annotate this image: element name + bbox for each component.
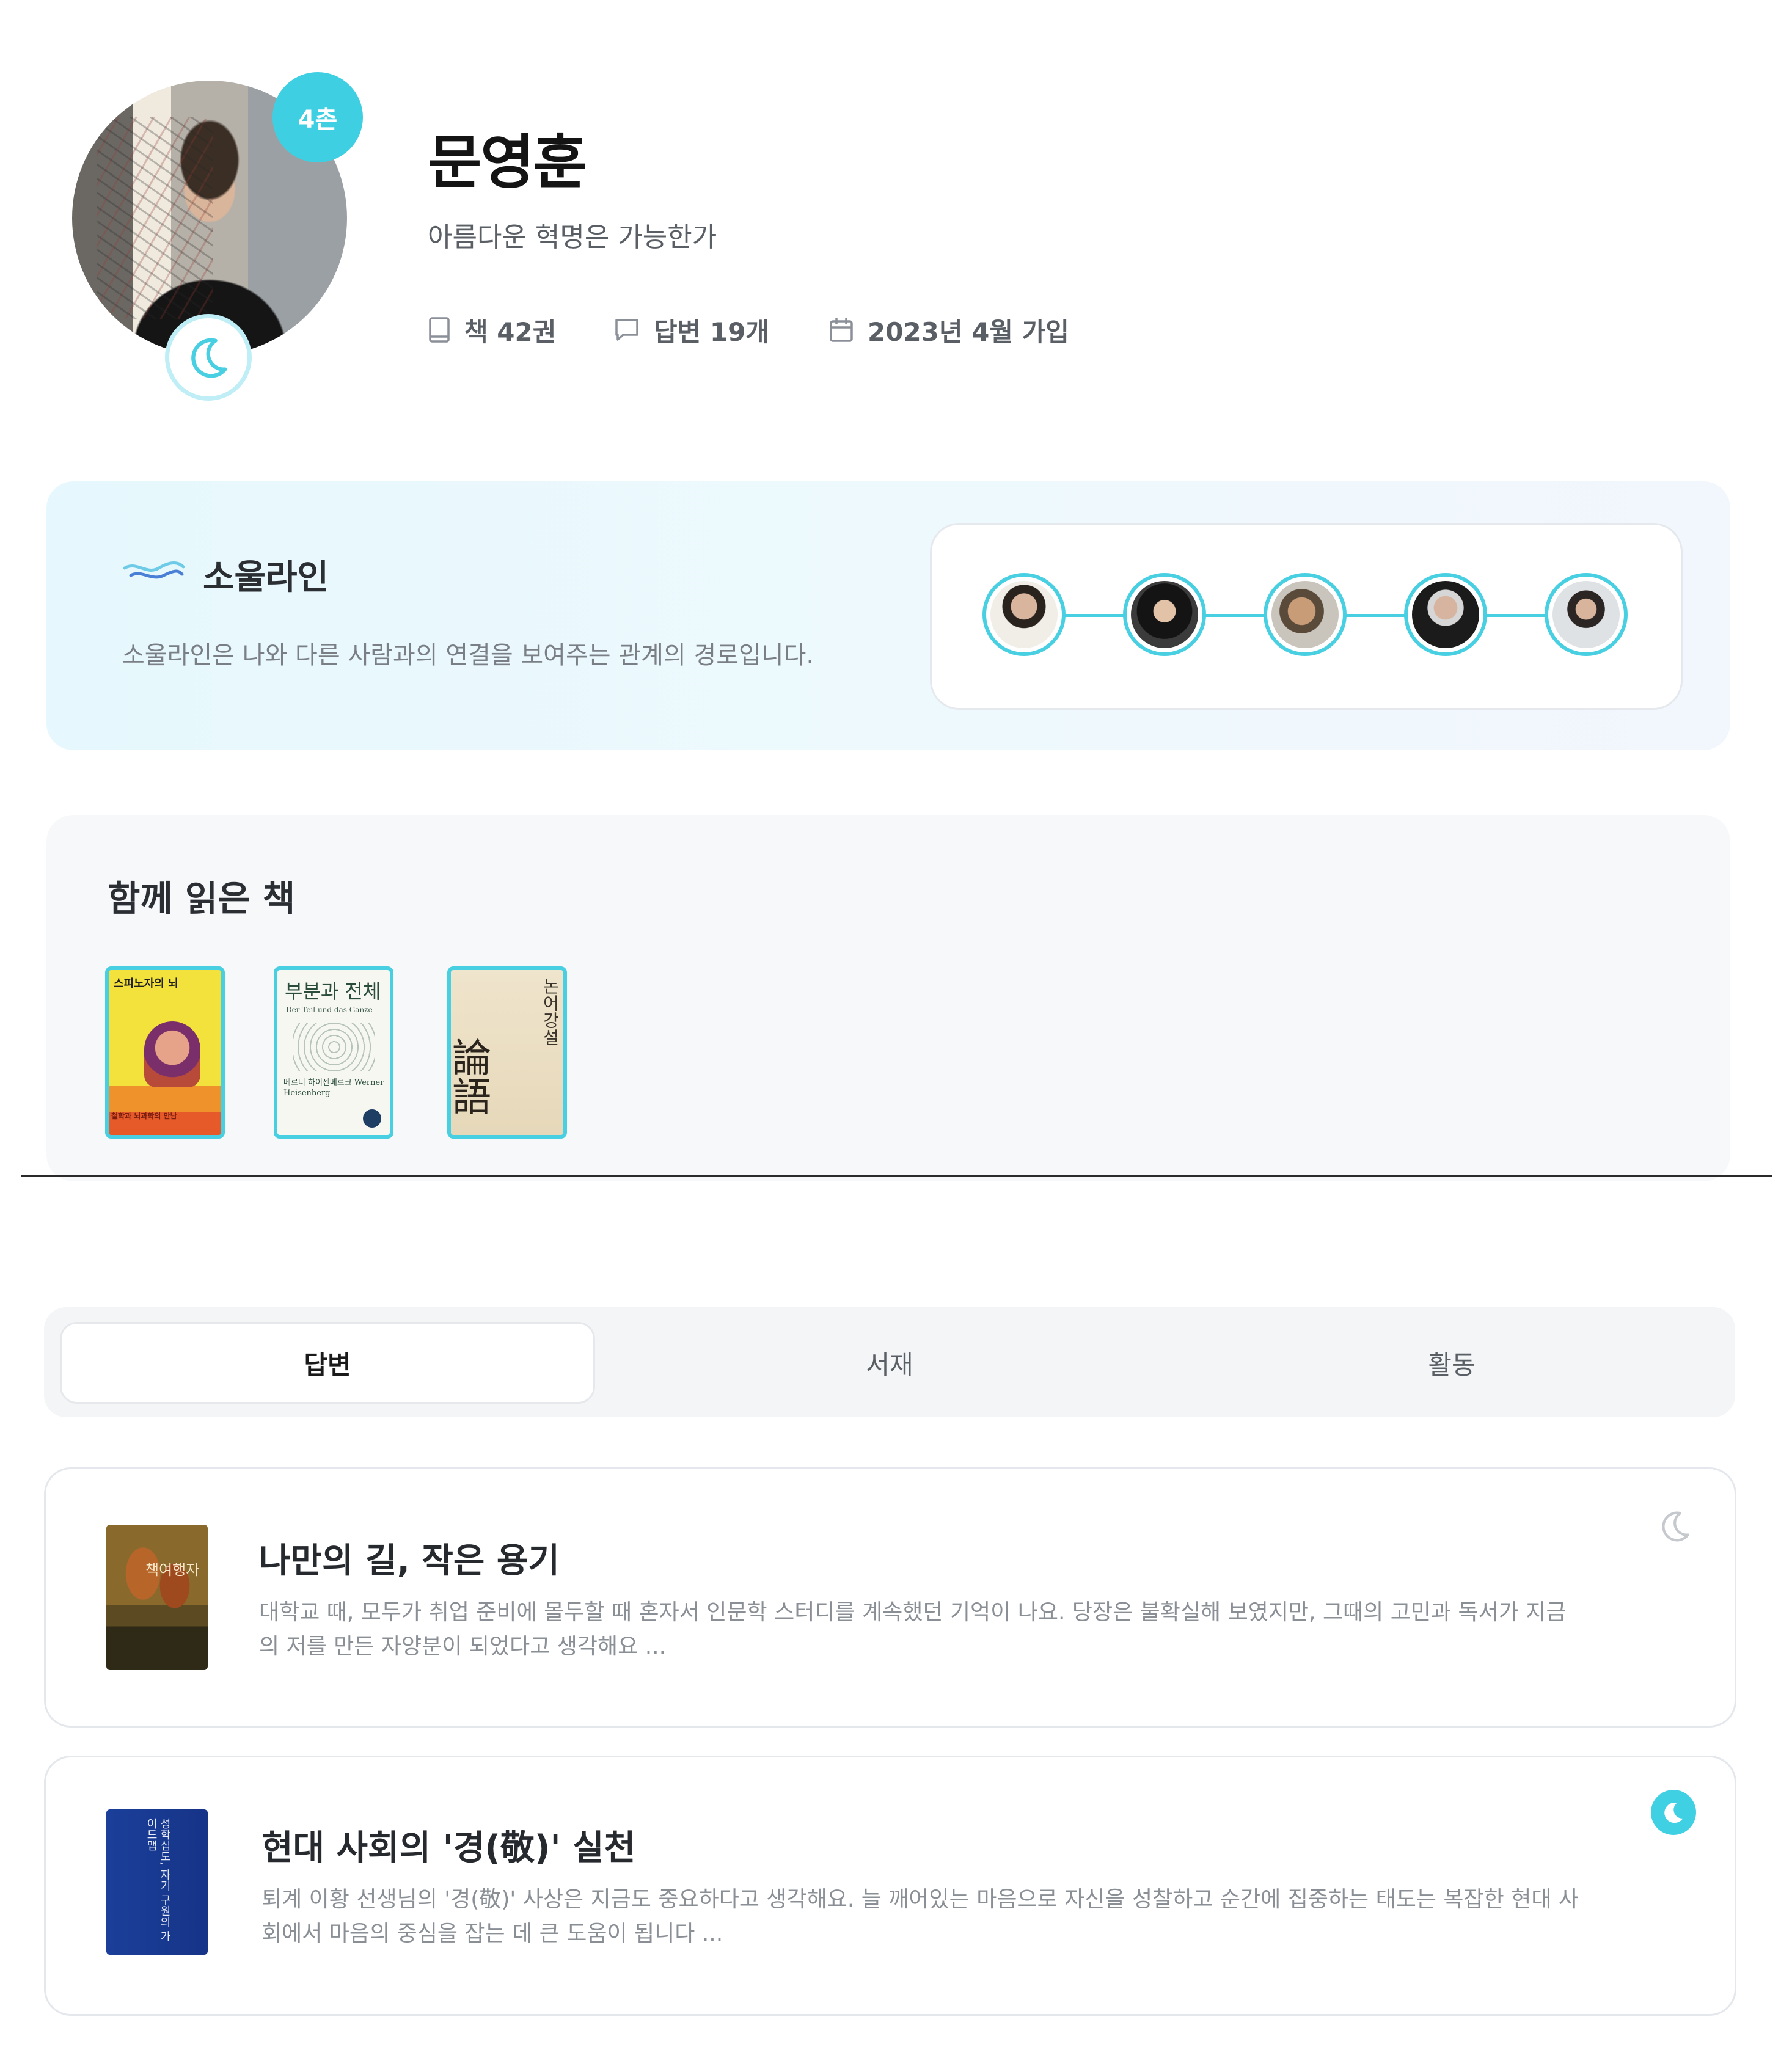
stat-books-label: 책 42권 (464, 316, 557, 347)
bookmark-moon-button[interactable] (1656, 1506, 1695, 1548)
soulline-description: 소울라인은 나와 다른 사람과의 연결을 보여주는 관계의 경로입니다. (122, 641, 814, 670)
tab-library[interactable]: 서재 (609, 1322, 1171, 1404)
answer-excerpt: 대학교 때, 모두가 취업 준비에 몰두할 때 혼자서 인문학 스터디를 계속했… (259, 1600, 1567, 1659)
soulline-person-4[interactable] (1404, 573, 1487, 656)
answer-title[interactable]: 현대 사회의 '경(敬)' 실천 (261, 1820, 635, 1870)
answer-book-cover: 성학십도, 자기 구원의 가이드맵 (106, 1809, 208, 1955)
tab-answers[interactable]: 답변 (60, 1322, 595, 1404)
book-cover-heisenberg[interactable]: 부분과 전체 Der Teil und das Ganze 베르너 하이젠베르크… (274, 966, 393, 1139)
soulline-title: 소울라인 (203, 558, 329, 597)
stat-books: 책 42권 (428, 312, 556, 348)
soulline-person-3[interactable] (1264, 573, 1347, 656)
cover-title: 책여행자 (145, 1561, 200, 1578)
answer-excerpt: 퇴계 이황 선생님의 '경(敬)' 사상은 지금도 중요하다고 생각해요. 늘 … (261, 1887, 1579, 1946)
book-subtitle: 철학과 뇌과학의 만남 (111, 1112, 177, 1120)
comment-icon (615, 319, 638, 341)
book-illustration (293, 1023, 375, 1071)
book-cover-spinoza[interactable]: 스피노자의 뇌 철학과 뇌과학의 만남 (105, 966, 225, 1139)
stat-joined: 2023년 4월 가입 (828, 312, 1069, 348)
book-icon (429, 317, 450, 343)
publisher-seal-icon (363, 1109, 381, 1128)
moon-icon (1662, 1511, 1689, 1542)
moon-icon (191, 338, 227, 378)
stat-answers: 답변 19개 (613, 312, 769, 348)
book-author: 베르너 하이젠베르크 Werner Heisenberg (283, 1078, 384, 1098)
tab-activity[interactable]: 활동 (1171, 1322, 1733, 1404)
stat-answers-label: 답변 19개 (654, 316, 769, 347)
avatar (1131, 581, 1198, 648)
avatar (990, 581, 1058, 648)
book-title: 부분과 전체 (285, 980, 381, 1003)
section-divider (21, 1175, 1772, 1177)
bookmark-moon-button-active[interactable] (1651, 1790, 1696, 1835)
wave-icon (123, 561, 185, 579)
shared-books-title: 함께 읽은 책 (108, 878, 296, 919)
profile-name: 문영훈 (428, 128, 587, 197)
profile-bio: 아름다운 혁명은 가능한가 (428, 222, 717, 253)
answer-book-cover: 책여행자 (106, 1525, 208, 1670)
calendar-icon (830, 318, 853, 342)
moon-icon (1664, 1803, 1683, 1823)
stat-joined-label: 2023년 4월 가입 (868, 316, 1069, 347)
soulline-person-1[interactable] (982, 573, 1066, 656)
book-title: 스피노자의 뇌 (114, 977, 178, 990)
soulline-person-5[interactable] (1545, 573, 1628, 656)
moon-badge[interactable] (165, 314, 252, 401)
soulline-person-2[interactable] (1123, 573, 1206, 656)
answer-title[interactable]: 나만의 길, 작은 용기 (259, 1533, 560, 1583)
chon-badge: 4촌 (272, 72, 363, 162)
spinoza-portrait-icon (144, 1021, 200, 1087)
avatar-background-art (97, 117, 213, 319)
book-subtitle: 論語 (447, 1037, 491, 1115)
avatar (1412, 581, 1479, 648)
book-subtitle: Der Teil und das Ganze (286, 1005, 373, 1014)
book-title: 논어강설 (540, 977, 560, 1046)
avatar (1552, 581, 1620, 648)
book-cover-analects[interactable]: 논어강설 論語 (447, 966, 567, 1139)
avatar (1271, 581, 1339, 648)
cover-title: 성학십도, 자기 구원의 가이드맵 (145, 1818, 171, 1942)
